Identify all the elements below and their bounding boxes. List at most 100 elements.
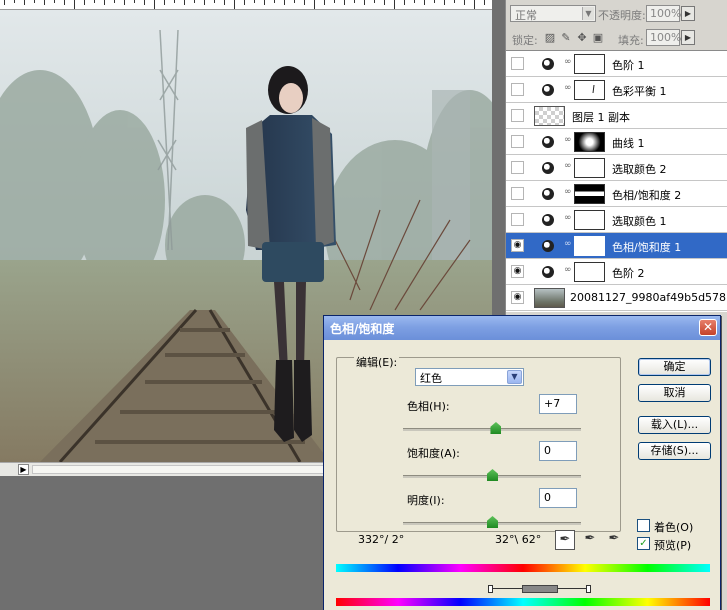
layer-name: 色阶 2	[612, 267, 645, 280]
lock-all-icon[interactable]: ▣	[592, 32, 604, 44]
layer-item[interactable]: ◉ 20081127_9980af49b5d578...	[506, 285, 727, 311]
link-chain-icon[interactable]: ∞	[564, 161, 572, 171]
horizontal-ruler[interactable]	[0, 0, 492, 10]
lightness-slider-thumb[interactable]	[487, 516, 498, 528]
visibility-toggle[interactable]	[511, 83, 524, 96]
edit-group-box: 红色 ▼ 色相(H): +7 饱和度(A): 0 明度(I): 0	[336, 357, 621, 532]
ruler-tick	[384, 0, 385, 5]
close-icon[interactable]: ✕	[699, 319, 717, 336]
visibility-toggle[interactable]	[511, 57, 524, 70]
edit-channel-select[interactable]: 红色 ▼	[415, 368, 524, 386]
dialog-titlebar[interactable]: 色相/饱和度 ✕	[324, 316, 720, 340]
fill-slider-arrow-icon[interactable]: ▶	[681, 30, 695, 45]
hue-slider-track[interactable]	[403, 422, 581, 434]
ruler-tick	[274, 0, 275, 3]
cancel-button[interactable]: 取消	[638, 384, 711, 402]
layer-item[interactable]: ◉ ∞ 色阶 2	[506, 259, 727, 285]
eyedropper-minus-icon[interactable]: ✒	[604, 530, 624, 550]
ruler-tick	[84, 0, 85, 5]
opacity-input[interactable]: 100%	[646, 5, 681, 22]
ruler-tick	[4, 0, 5, 5]
color-range-band[interactable]	[336, 584, 710, 594]
eyedropper-plus-icon[interactable]: ✒	[580, 530, 600, 550]
layer-thumbnail[interactable]	[534, 288, 565, 308]
edit-channel-value: 红色	[420, 372, 442, 385]
ok-button[interactable]: 确定	[638, 358, 711, 376]
layer-item[interactable]: 图层 1 副本	[506, 103, 727, 129]
hue-input[interactable]: +7	[539, 394, 577, 414]
link-chain-icon[interactable]: ∞	[564, 57, 572, 67]
saturation-slider-thumb[interactable]	[487, 469, 498, 481]
visibility-toggle[interactable]: ◉	[511, 265, 524, 278]
visibility-toggle[interactable]: ◉	[511, 291, 524, 304]
ruler-tick	[284, 0, 285, 5]
lightness-slider-track[interactable]	[403, 516, 581, 528]
visibility-toggle[interactable]	[511, 135, 524, 148]
ruler-tick	[394, 0, 395, 9]
ruler-tick	[344, 0, 345, 5]
range-left-falloff-handle[interactable]	[488, 585, 493, 593]
layer-item-selected[interactable]: ◉ ∞ 色相/饱和度 1	[506, 233, 727, 259]
range-center-fill[interactable]	[522, 585, 558, 593]
visibility-toggle[interactable]	[511, 161, 524, 174]
hue-label: 色相(H):	[407, 400, 450, 413]
layer-name: 选取颜色 2	[612, 163, 667, 176]
saturation-input[interactable]: 0	[539, 441, 577, 461]
colorize-label: 着色(O)	[654, 521, 694, 534]
visibility-toggle[interactable]	[511, 187, 524, 200]
layer-mask-thumbnail[interactable]	[574, 132, 605, 152]
link-chain-icon[interactable]: ∞	[564, 239, 572, 249]
link-chain-icon[interactable]: ∞	[564, 83, 572, 93]
layer-item[interactable]: ∞ 选取颜色 2	[506, 155, 727, 181]
layer-name: 20081127_9980af49b5d578...	[570, 291, 727, 304]
eyedropper-icon[interactable]: ✒	[555, 530, 575, 550]
save-button[interactable]: 存储(S)...	[638, 442, 711, 460]
layer-mask-thumbnail[interactable]	[574, 262, 605, 282]
ruler-tick	[144, 0, 145, 5]
ruler-tick	[364, 0, 365, 5]
ruler-tick	[154, 0, 155, 9]
range-right-falloff-handle[interactable]	[586, 585, 591, 593]
layer-mask-thumbnail[interactable]	[574, 80, 605, 100]
link-chain-icon[interactable]: ∞	[564, 187, 572, 197]
lock-brush-icon[interactable]: ✎	[560, 32, 572, 44]
visibility-toggle[interactable]	[511, 109, 524, 122]
layer-mask-thumbnail[interactable]	[574, 158, 605, 178]
hue-slider-thumb[interactable]	[490, 422, 502, 434]
blend-mode-value: 正常	[515, 9, 537, 22]
link-chain-icon[interactable]: ∞	[564, 265, 572, 275]
ruler-tick	[334, 0, 335, 3]
layer-name: 图层 1 副本	[572, 111, 630, 124]
link-chain-icon[interactable]: ∞	[564, 135, 572, 145]
layer-item[interactable]: ∞ 曲线 1	[506, 129, 727, 155]
visibility-toggle[interactable]: ◉	[511, 239, 524, 252]
blend-mode-select[interactable]: 正常 ▼	[510, 5, 596, 22]
ruler-tick	[224, 0, 225, 5]
preview-checkbox[interactable]: ✓	[637, 537, 650, 550]
layer-mask-thumbnail[interactable]	[574, 236, 605, 256]
layer-mask-thumbnail[interactable]	[574, 54, 605, 74]
lock-move-icon[interactable]: ✥	[576, 32, 588, 44]
layer-mask-thumbnail[interactable]	[574, 184, 605, 204]
colorize-checkbox[interactable]	[637, 519, 650, 532]
fill-input[interactable]: 100%	[646, 29, 681, 46]
layer-thumbnail[interactable]	[534, 106, 565, 126]
opacity-slider-arrow-icon[interactable]: ▶	[681, 6, 695, 21]
ruler-tick	[164, 0, 165, 5]
status-menu-arrow-icon[interactable]: ▶	[18, 464, 29, 475]
ruler-tick	[214, 0, 215, 3]
layer-mask-thumbnail[interactable]	[574, 210, 605, 230]
visibility-toggle[interactable]	[511, 213, 524, 226]
layer-item[interactable]: ∞ 选取颜色 1	[506, 207, 727, 233]
layer-item[interactable]: ∞ 色彩平衡 1	[506, 77, 727, 103]
lightness-input[interactable]: 0	[539, 488, 577, 508]
ruler-tick	[204, 0, 205, 5]
lock-transparent-icon[interactable]: ▨	[544, 32, 556, 44]
layer-item[interactable]: ∞ 色相/饱和度 2	[506, 181, 727, 207]
adjustment-layer-icon	[542, 240, 554, 252]
layer-item[interactable]: ∞ 色阶 1	[506, 51, 727, 77]
mask-mark-icon	[592, 84, 595, 94]
link-chain-icon[interactable]: ∞	[564, 213, 572, 223]
saturation-slider-track[interactable]	[403, 469, 581, 481]
load-button[interactable]: 载入(L)...	[638, 416, 711, 434]
